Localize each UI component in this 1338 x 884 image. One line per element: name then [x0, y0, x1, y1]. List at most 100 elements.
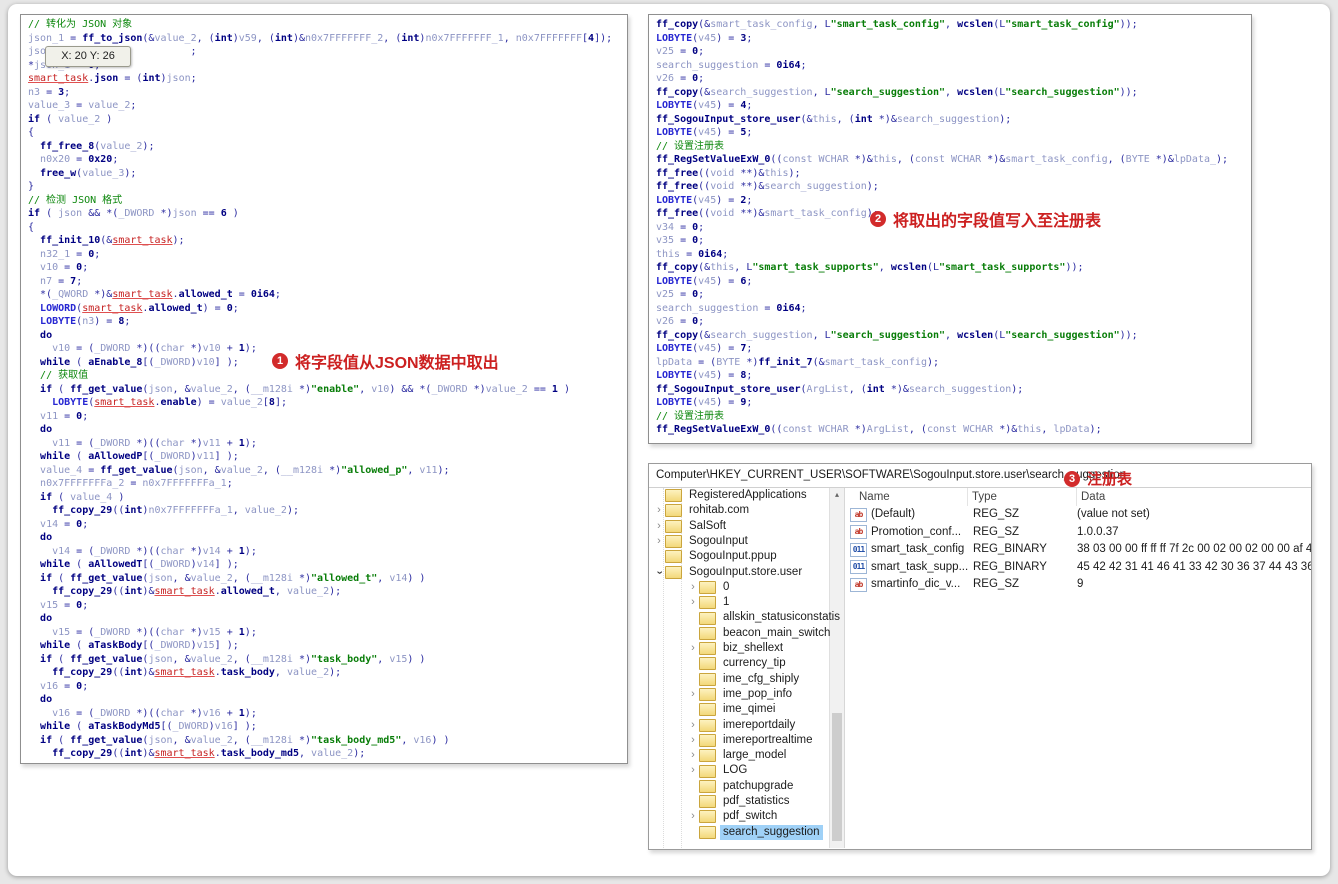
tree-item-label[interactable]: LOG [720, 763, 750, 778]
value-row-Promotion_conf...[interactable]: ab Promotion_conf... REG_SZ 1.0.0.37 [845, 524, 1311, 542]
chevron-right-icon[interactable]: › [687, 580, 699, 595]
tree-item-label[interactable]: patchupgrade [720, 779, 796, 794]
chevron-right-icon[interactable]: › [687, 595, 699, 610]
tree-item-biz_shellext[interactable]: › biz_shellext [687, 641, 786, 656]
code-line: ff_copy(&search_suggestion, L"search_sug… [656, 86, 1138, 98]
tree-item-label[interactable]: imereportrealtime [720, 733, 815, 748]
code-line: { [28, 221, 35, 233]
value-row-smart_task_config[interactable]: 011 smart_task_config REG_BINARY 38 03 00 0… [845, 541, 1311, 559]
tree-item-SogouInput[interactable]: › SogouInput [653, 534, 751, 549]
reg-sz-icon: ab [850, 525, 867, 540]
folder-icon [699, 749, 716, 763]
folder-icon [699, 703, 716, 717]
column-header-type[interactable]: Type [967, 488, 1076, 506]
tree-item-imereportrealtime[interactable]: › imereportrealtime [687, 733, 815, 748]
tree-item-label[interactable]: SogouInput [686, 534, 751, 549]
value-row-(Default)[interactable]: ab (Default) REG_SZ (value not set) [845, 506, 1311, 524]
tree-item-SogouInput.store.user[interactable]: › SogouInput.store.user [653, 565, 805, 580]
folder-icon [699, 657, 716, 671]
value-row-smart_task_supp...[interactable]: 011 smart_task_supp... REG_BINARY 45 42 42 … [845, 559, 1311, 577]
chevron-right-icon[interactable]: › [687, 718, 699, 733]
tree-item-LOG[interactable]: › LOG [687, 763, 750, 778]
tree-item-label[interactable]: currency_tip [720, 656, 789, 671]
tree-item-label[interactable]: imereportdaily [720, 718, 798, 733]
tree-item-beacon_main_switch[interactable]: ›beacon_main_switch [687, 626, 833, 641]
code-line: v14 = (_DWORD *)((char *)v14 + 1); [52, 545, 257, 557]
value-name: (Default) [871, 508, 916, 520]
code-line: search_suggestion = 0i64; [656, 302, 807, 314]
chevron-right-icon[interactable]: › [687, 687, 699, 702]
code-line: while ( aAllowedP[(_DWORD)v11] ); [40, 451, 239, 462]
tree-item-label[interactable]: 1 [720, 595, 732, 610]
tree-item-label[interactable]: pdf_statistics [720, 794, 792, 809]
tree-item-rohitab.com[interactable]: › rohitab.com [653, 503, 752, 518]
tree-item-1[interactable]: › 1 [687, 595, 732, 610]
folder-icon [665, 519, 682, 533]
tree-item-label[interactable]: SogouInput.ppup [686, 549, 780, 564]
tree-item-ime_pop_info[interactable]: › ime_pop_info [687, 687, 795, 702]
code-line: LOBYTE(smart_task.enable) = value_2[8]; [52, 397, 287, 408]
tree-item-SogouInput.ppup[interactable]: ›SogouInput.ppup [653, 549, 780, 564]
code-line: LOBYTE(v45) = 2; [656, 194, 753, 206]
code-line: ff_copy(&search_suggestion, L"search_sug… [656, 329, 1138, 341]
tree-item-large_model[interactable]: › large_model [687, 748, 789, 763]
code-line: *(_QWORD *)&smart_task.allowed_t = 0i64; [28, 289, 281, 300]
code-line: if ( json && *(_DWORD *)json == 6 ) [28, 208, 239, 219]
tree-item-pdf_switch[interactable]: › pdf_switch [687, 809, 780, 824]
folder-icon [699, 810, 716, 824]
tree-item-pdf_statistics[interactable]: ›pdf_statistics [687, 794, 792, 809]
tree-item-search_suggestion[interactable]: ›search_suggestion [687, 824, 823, 840]
chevron-right-icon[interactable]: › [653, 503, 665, 518]
tree-item-label[interactable]: rohitab.com [686, 503, 752, 518]
tree-item-label[interactable]: ime_qimei [720, 702, 778, 717]
tree-item-label[interactable]: biz_shellext [720, 641, 786, 656]
scroll-up-arrow-icon[interactable]: ▴ [830, 488, 844, 502]
tree-item-label[interactable]: 0 [720, 580, 732, 595]
code-line: ff_SogouInput_store_user(ArgList, (int *… [656, 383, 1024, 395]
registry-values-panel: Name Type Data ab (Default) REG_SZ (value n… [844, 488, 1311, 848]
code-line: LOBYTE(n3) = 8; [40, 316, 131, 327]
tree-item-RegisteredApplications[interactable]: ›RegisteredApplications [653, 488, 810, 503]
tree-item-label[interactable]: RegisteredApplications [686, 488, 810, 503]
value-row-smartinfo_dic_v...[interactable]: ab smartinfo_dic_v... REG_SZ 9 [845, 576, 1311, 594]
tree-item-allskin_statusiconstatis[interactable]: ›allskin_statusiconstatis [687, 610, 843, 625]
code-line: ff_copy_29((int)&smart_task.task_body_md… [52, 748, 366, 759]
folder-icon [699, 779, 716, 793]
tree-item-currency_tip[interactable]: ›currency_tip [687, 656, 789, 671]
chevron-right-icon[interactable]: › [687, 733, 699, 748]
tree-item-label[interactable]: SalSoft [686, 519, 729, 534]
chevron-right-icon[interactable]: › [687, 748, 699, 763]
chevron-right-icon[interactable]: › [687, 641, 699, 656]
reg-binary-icon: 011 [850, 560, 867, 575]
code-line: v16 = (_DWORD *)((char *)v16 + 1); [52, 707, 257, 719]
tree-item-label[interactable]: large_model [720, 748, 789, 763]
chevron-right-icon[interactable]: › [653, 519, 665, 534]
chevron-right-icon[interactable]: › [687, 763, 699, 778]
scrollbar-thumb[interactable] [832, 713, 842, 841]
code-line: this = 0i64; [656, 248, 729, 260]
tree-item-ime_cfg_shiply[interactable]: ›ime_cfg_shiply [687, 672, 802, 687]
folder-icon [665, 565, 682, 579]
chevron-right-icon[interactable]: › [653, 534, 665, 549]
reg-binary-icon: 011 [850, 542, 867, 557]
tree-item-label[interactable]: ime_cfg_shiply [720, 672, 802, 687]
code-line: n3 = 3; [28, 86, 71, 98]
tree-item-label[interactable]: allskin_statusiconstatis [720, 610, 843, 625]
tree-item-label[interactable]: pdf_switch [720, 809, 780, 824]
tree-item-label[interactable]: ime_pop_info [720, 687, 795, 702]
tree-item-patchupgrade[interactable]: ›patchupgrade [687, 779, 796, 794]
code-line: do [40, 694, 53, 705]
tree-item-0[interactable]: › 0 [687, 580, 732, 595]
chevron-down-icon[interactable]: › [651, 566, 666, 578]
tree-scrollbar[interactable]: ▴ [829, 488, 844, 848]
tree-item-label[interactable]: search_suggestion [720, 824, 823, 840]
tree-item-imereportdaily[interactable]: › imereportdaily [687, 718, 798, 733]
tree-item-ime_qimei[interactable]: ›ime_qimei [687, 702, 778, 717]
registry-address-bar[interactable]: Computer\HKEY_CURRENT_USER\SOFTWARE\Sogo… [649, 464, 1311, 488]
column-header-data[interactable]: Data [1076, 488, 1311, 506]
tree-item-label[interactable]: SogouInput.store.user [686, 565, 805, 580]
tree-item-SalSoft[interactable]: › SalSoft [653, 519, 729, 534]
tree-item-label[interactable]: beacon_main_switch [720, 626, 833, 641]
column-header-name[interactable]: Name [845, 488, 967, 506]
chevron-right-icon[interactable]: › [687, 809, 699, 824]
